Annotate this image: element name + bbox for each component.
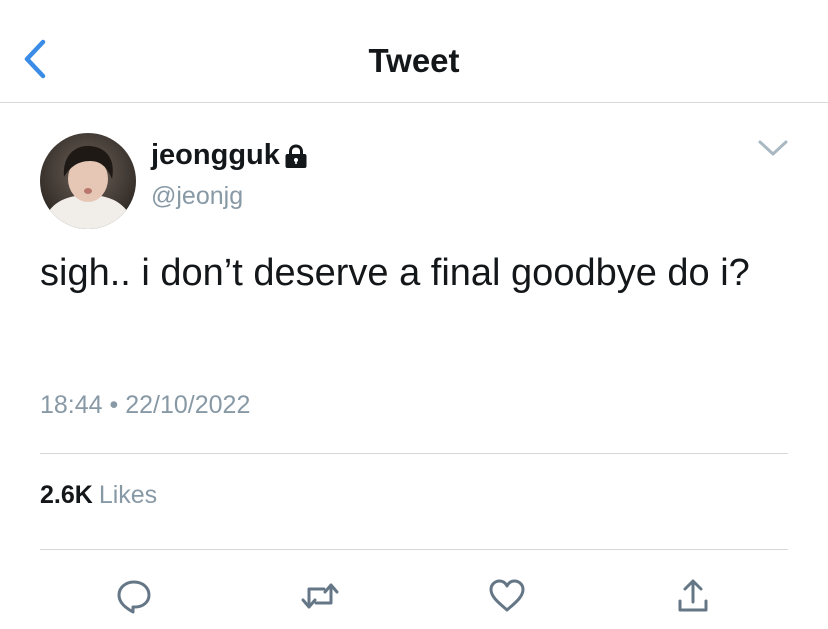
speech-bubble-icon (117, 580, 151, 614)
heart-icon (489, 579, 525, 612)
avatar[interactable] (40, 133, 136, 229)
divider (40, 549, 788, 550)
divider (40, 453, 788, 454)
display-name-text: jeongguk (151, 139, 280, 171)
tweet-text: sigh.. i don’t deserve a final goodbye d… (40, 252, 750, 294)
lock-icon (285, 144, 307, 168)
author-handle[interactable]: @jeonjg (151, 180, 243, 212)
page-title: Tweet (368, 42, 460, 79)
tweet-time: 18:44 (40, 391, 103, 419)
likes-count: 2.6K (40, 481, 93, 509)
top-bar: Tweet (0, 0, 828, 103)
likes-label: Likes (98, 481, 158, 509)
likes-stat[interactable]: 2.6K Likes (40, 479, 157, 511)
reply-button[interactable] (114, 576, 154, 616)
retweet-button[interactable] (300, 576, 340, 616)
share-button[interactable] (673, 576, 713, 616)
tweet-menu-button[interactable] (756, 136, 790, 160)
tweet-timestamp: 18:44 • 22/10/2022 (40, 389, 250, 421)
share-icon (678, 579, 708, 612)
author-name[interactable]: jeongguk (151, 137, 308, 173)
tweet-date: 22/10/2022 (125, 391, 251, 419)
retweet-icon (301, 583, 339, 609)
chevron-down-icon (758, 140, 788, 156)
like-button[interactable] (487, 576, 527, 616)
timestamp-separator: • (109, 391, 119, 419)
